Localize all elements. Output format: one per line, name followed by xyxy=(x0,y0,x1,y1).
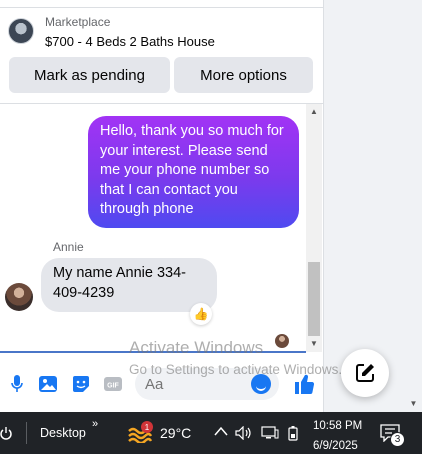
taskbar-separator xyxy=(26,422,27,444)
listing-thumbnail[interactable] xyxy=(8,18,34,44)
chat-header-strip xyxy=(0,0,324,8)
marketplace-listing[interactable]: Marketplace $700 - 4 Beds 2 Baths House xyxy=(8,14,318,50)
microphone-icon[interactable] xyxy=(7,374,27,394)
page-scrollbar[interactable]: ▼ xyxy=(405,0,422,412)
thumbs-up-reaction-icon[interactable]: 👍 xyxy=(190,303,212,325)
emoji-icon[interactable] xyxy=(251,374,271,394)
chevron-up-icon[interactable] xyxy=(214,426,228,436)
incoming-message[interactable]: My name Annie 334-409-4239 xyxy=(41,258,217,312)
sender-name: Annie xyxy=(53,240,84,254)
svg-text:GIF: GIF xyxy=(107,383,119,390)
power-icon[interactable] xyxy=(0,426,12,440)
toolbar-expand-chevron[interactable]: » xyxy=(92,418,98,430)
message-scrollbar[interactable]: ▲ ▼ xyxy=(306,104,322,352)
watermark-title: Activate Windows xyxy=(129,338,264,357)
sender-avatar[interactable] xyxy=(5,283,33,311)
scroll-thumb[interactable] xyxy=(308,262,320,336)
scroll-up-arrow-icon[interactable]: ▲ xyxy=(306,106,322,118)
new-message-button[interactable] xyxy=(341,349,389,397)
seen-avatar xyxy=(275,334,289,348)
clock-time: 10:58 PM xyxy=(313,420,363,432)
clock-date: 6/9/2025 xyxy=(313,440,358,452)
scroll-down-arrow-icon[interactable]: ▼ xyxy=(306,338,322,350)
listing-title[interactable]: $700 - 4 Beds 2 Baths House xyxy=(45,34,215,49)
network-icon[interactable] xyxy=(261,426,279,440)
sticker-icon[interactable] xyxy=(71,374,91,394)
compose-icon xyxy=(356,364,374,382)
page-scroll-down-icon[interactable]: ▼ xyxy=(405,399,422,411)
photo-icon[interactable] xyxy=(38,374,58,394)
weather-alert-badge: 1 xyxy=(141,421,153,433)
windows-taskbar: Desktop » 1 29°C 10:58 PM 6/9/2025 3 xyxy=(0,412,422,454)
desktop-toolbar[interactable]: Desktop xyxy=(40,426,86,440)
header-divider xyxy=(0,103,324,104)
outgoing-message[interactable]: Hello, thank you so much for your intere… xyxy=(88,116,299,228)
listing-kicker: Marketplace xyxy=(45,15,111,29)
battery-icon[interactable] xyxy=(286,425,300,441)
notification-count-badge: 3 xyxy=(390,432,405,447)
watermark-subtitle: Go to Settings to activate Windows. xyxy=(129,362,343,377)
more-options-button[interactable]: More options xyxy=(174,57,313,93)
temperature[interactable]: 29°C xyxy=(160,425,191,441)
gif-icon[interactable]: GIF xyxy=(103,374,123,394)
mark-as-pending-button[interactable]: Mark as pending xyxy=(9,57,170,93)
volume-icon[interactable] xyxy=(235,426,253,440)
clock[interactable]: 10:58 PM 6/9/2025 xyxy=(313,418,362,454)
